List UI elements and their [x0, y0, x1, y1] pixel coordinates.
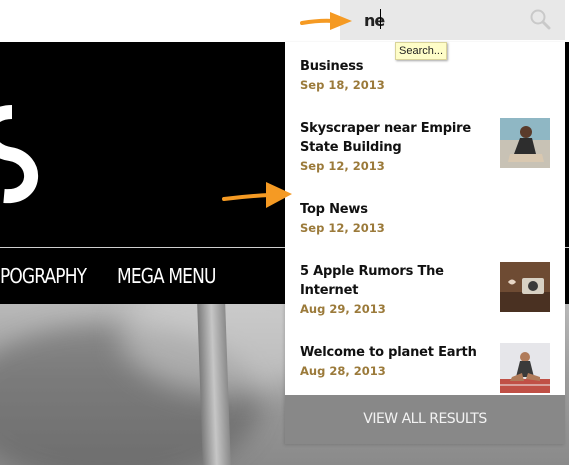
- sprinter-photo[interactable]: [500, 343, 550, 393]
- logo-fragment: [0, 105, 39, 204]
- search-result[interactable]: Business Sep 18, 2013: [300, 57, 550, 95]
- view-all-results-button[interactable]: VIEW ALL RESULTS: [285, 395, 565, 444]
- search-results-dropdown: Business Sep 18, 2013 Skyscraper near Em…: [285, 42, 565, 444]
- text-caret: [380, 9, 381, 29]
- result-title[interactable]: Top News: [300, 200, 550, 219]
- nav-item-typography[interactable]: POGRAPHY: [0, 264, 87, 288]
- search-input[interactable]: [364, 10, 524, 30]
- search-result[interactable]: Top News Sep 12, 2013: [300, 200, 550, 238]
- result-date: Sep 12, 2013: [300, 221, 385, 235]
- camera-photo[interactable]: [500, 262, 550, 312]
- arrow-icon: [300, 12, 352, 30]
- search-bar: [340, 0, 565, 40]
- woman-sitting-photo[interactable]: [500, 118, 550, 168]
- result-date: Sep 18, 2013: [300, 78, 385, 92]
- arrow-icon: [222, 182, 292, 208]
- search-tooltip: Search...: [395, 42, 448, 60]
- search-icon[interactable]: [529, 8, 551, 30]
- nav-item-mega-menu[interactable]: MEGA MENU: [117, 264, 216, 288]
